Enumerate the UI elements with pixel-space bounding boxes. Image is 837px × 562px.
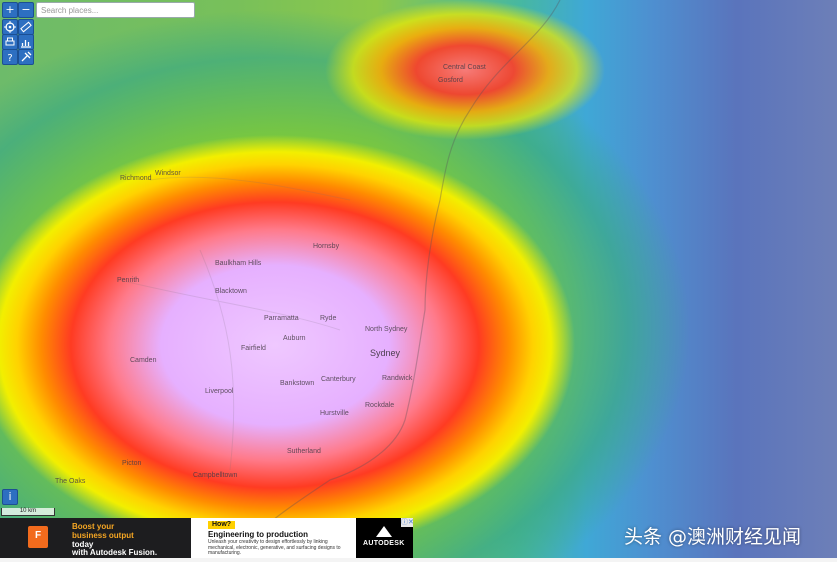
place-label: Blacktown bbox=[215, 288, 247, 295]
place-label: Sutherland bbox=[287, 448, 321, 455]
scale-bar: 10 km bbox=[1, 508, 55, 516]
ad-headline: business output bbox=[72, 531, 134, 540]
place-label: Central Coast bbox=[443, 64, 486, 71]
ad-copy[interactable]: How? Engineering to production Unleash y… bbox=[203, 518, 353, 558]
watermark: 头条 @澳洲财经见闻 bbox=[624, 526, 802, 548]
ad-image-panel[interactable]: F Boost your business output today with … bbox=[0, 518, 191, 558]
place-label: Hornsby bbox=[313, 243, 340, 250]
place-label: Penrith bbox=[117, 277, 140, 284]
bottom-strip bbox=[0, 558, 837, 562]
place-label: Hurstville bbox=[320, 410, 349, 417]
ad-title: Engineering to production bbox=[208, 530, 308, 539]
place-label: Richmond bbox=[120, 175, 152, 182]
chart-icon[interactable] bbox=[18, 34, 34, 50]
place-label: Picton bbox=[122, 460, 142, 467]
place-label: Sydney bbox=[370, 348, 401, 358]
ad-body: Unleash your creativity to design effort… bbox=[208, 539, 341, 556]
tools-icon[interactable] bbox=[18, 49, 34, 65]
ad-badge: How? bbox=[208, 521, 236, 529]
fusion-logo-icon: F bbox=[28, 526, 48, 548]
locate-icon[interactable] bbox=[2, 19, 18, 35]
print-icon[interactable] bbox=[2, 34, 18, 50]
place-label: North Sydney bbox=[365, 326, 408, 333]
ad-close-button[interactable]: ⓘ✕ bbox=[401, 518, 414, 527]
place-label: Auburn bbox=[283, 335, 306, 342]
zoom-out-button[interactable]: − bbox=[18, 2, 34, 18]
search-input[interactable] bbox=[36, 2, 195, 18]
place-label: Windsor bbox=[155, 170, 181, 177]
ad-headline: with Autodesk Fusion. bbox=[72, 548, 158, 557]
svg-text:?: ? bbox=[7, 53, 12, 64]
ad-banner[interactable]: F Boost your business output today with … bbox=[0, 518, 414, 558]
place-label: Fairfield bbox=[241, 345, 266, 352]
place-label: Parramatta bbox=[264, 315, 299, 322]
place-label: Gosford bbox=[438, 77, 463, 84]
measure-ruler-icon[interactable] bbox=[18, 19, 34, 35]
place-label: The Oaks bbox=[55, 478, 86, 485]
place-label: Randwick bbox=[382, 375, 413, 382]
place-label: Ryde bbox=[320, 315, 337, 322]
ad-brand: AUTODESK bbox=[363, 540, 405, 547]
place-label: Liverpool bbox=[205, 388, 234, 395]
zoom-in-button[interactable]: + bbox=[2, 2, 18, 18]
ad-headline: Boost your bbox=[72, 522, 115, 531]
place-label: Camden bbox=[130, 357, 157, 364]
place-label: Baulkham Hills bbox=[215, 260, 262, 267]
place-label: Canterbury bbox=[321, 376, 356, 383]
info-button[interactable]: i bbox=[2, 489, 18, 505]
heatmap-map[interactable]: Central Coast Gosford Hornsby Penrith Bl… bbox=[0, 0, 837, 562]
place-label: Bankstown bbox=[280, 380, 315, 387]
help-icon[interactable]: ? bbox=[2, 49, 18, 65]
place-label: Campbelltown bbox=[193, 472, 238, 479]
place-label: Rockdale bbox=[365, 402, 395, 409]
autodesk-logo-icon bbox=[376, 526, 392, 537]
